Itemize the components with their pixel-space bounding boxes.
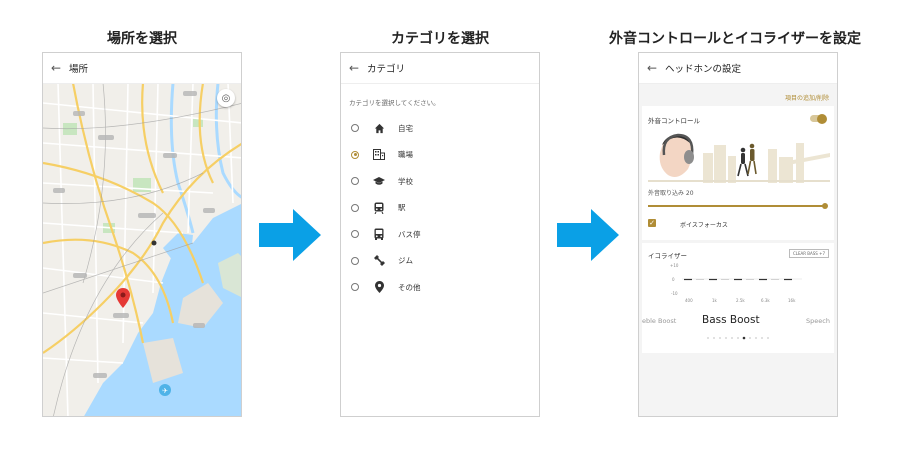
- selected-location-pin-icon[interactable]: [116, 288, 130, 308]
- eq-x-tick: 1k: [712, 298, 717, 303]
- category-option-gym[interactable]: ジム: [341, 248, 539, 275]
- ambient-sound-toggle[interactable]: [810, 113, 827, 124]
- add-remove-items-link[interactable]: 項目の追加/削除: [639, 83, 837, 107]
- equalizer-graph[interactable]: [682, 263, 802, 295]
- category-option-other[interactable]: その他: [341, 274, 539, 301]
- eq-y-tick: +10: [670, 263, 679, 268]
- radio-button[interactable]: [351, 177, 359, 186]
- place-pin-icon: [373, 281, 385, 294]
- settings-body: 項目の追加/削除 外音コントロール 外音取り込み 20 ✓ ボイスフォーカス イ…: [639, 83, 837, 416]
- radio-button[interactable]: [351, 256, 359, 265]
- step-title-1: 場所を選択: [107, 31, 177, 47]
- category-label: 駅: [398, 203, 406, 213]
- category-select-screen: ← カテゴリ カテゴリを選択してください。 自宅 職場 学校 駅 バス停 ジム …: [340, 52, 540, 417]
- preset-next[interactable]: Speech: [806, 317, 830, 325]
- eq-x-tick: 400: [685, 298, 693, 303]
- next-step-arrow-icon: [259, 209, 321, 261]
- app-bar: ← カテゴリ: [341, 53, 539, 84]
- category-option-bus-stop[interactable]: バス停: [341, 221, 539, 248]
- place-select-screen: ← 場所 ✈ ◎: [42, 52, 242, 417]
- category-option-home[interactable]: 自宅: [341, 115, 539, 142]
- screen-title: ヘッドホンの設定: [665, 64, 742, 75]
- my-location-icon[interactable]: ◎: [217, 89, 235, 107]
- school-cap-icon: [373, 175, 385, 187]
- slider-thumb[interactable]: [822, 203, 828, 209]
- eq-x-tick: 2.5k: [736, 298, 745, 303]
- step-title-3: 外音コントロールとイコライザーを設定: [609, 31, 861, 47]
- eq-y-tick: 0: [672, 277, 675, 282]
- map-canvas[interactable]: ✈: [43, 83, 241, 416]
- home-icon: [373, 122, 385, 134]
- ambient-illustration: [648, 133, 830, 183]
- category-label: ジム: [398, 256, 413, 266]
- radio-button[interactable]: [351, 124, 359, 133]
- category-label: 学校: [398, 176, 413, 186]
- category-label: 職場: [398, 150, 413, 160]
- clear-bass-badge[interactable]: CLEAR BASS +7: [788, 249, 829, 258]
- office-building-icon: [373, 149, 385, 161]
- screen-title: 場所: [69, 64, 89, 75]
- radio-button[interactable]: [351, 203, 359, 212]
- step-title-2: カテゴリを選択: [391, 31, 489, 47]
- eq-x-tick: 6.3k: [761, 298, 770, 303]
- ambient-level-label: 外音取り込み 20: [648, 190, 694, 197]
- preset-page-indicator: [707, 336, 769, 340]
- radio-button-selected[interactable]: [351, 150, 359, 159]
- ambient-sound-title: 外音コントロール: [648, 117, 700, 125]
- ambient-sound-card: 外音コントロール 外音取り込み 20 ✓ ボイスフォーカス: [642, 106, 834, 240]
- ambient-level-slider[interactable]: [648, 203, 828, 209]
- preset-previous[interactable]: eble Boost: [642, 317, 676, 325]
- radio-button[interactable]: [351, 230, 359, 239]
- app-bar: ← 場所: [43, 53, 241, 84]
- bus-icon: [373, 228, 385, 241]
- category-label: 自宅: [398, 123, 413, 133]
- map-view[interactable]: ✈ ◎: [43, 83, 241, 416]
- arrow-left-icon[interactable]: ←: [341, 61, 367, 75]
- arrow-left-icon[interactable]: ←: [639, 61, 665, 75]
- category-label: バス停: [398, 229, 421, 239]
- eq-x-tick: 16k: [788, 298, 796, 303]
- svg-text:✈: ✈: [162, 387, 168, 395]
- category-list: 自宅 職場 学校 駅 バス停 ジム その他: [341, 115, 539, 301]
- equalizer-card: イコライザー CLEAR BASS +7 +10 0 -10 400 1k 2.…: [642, 243, 834, 353]
- voice-focus-checkbox[interactable]: ✓: [648, 219, 656, 227]
- headphone-settings-screen: ← ヘッドホンの設定 項目の追加/削除 外音コントロール 外音取り込み 20 ✓…: [638, 52, 838, 417]
- next-step-arrow-icon: [557, 209, 619, 261]
- category-prompt: カテゴリを選択してください。: [349, 99, 440, 107]
- category-option-work[interactable]: 職場: [341, 142, 539, 169]
- screen-title: カテゴリ: [367, 64, 406, 75]
- voice-focus-label: ボイスフォーカス: [680, 222, 728, 229]
- equalizer-title: イコライザー: [648, 252, 687, 260]
- preset-current[interactable]: Bass Boost: [702, 314, 760, 326]
- category-option-station[interactable]: 駅: [341, 195, 539, 222]
- radio-button[interactable]: [351, 283, 359, 292]
- app-bar: ← ヘッドホンの設定: [639, 53, 837, 84]
- category-option-school[interactable]: 学校: [341, 168, 539, 195]
- category-label: その他: [398, 282, 421, 292]
- arrow-left-icon[interactable]: ←: [43, 61, 69, 75]
- eq-y-tick: -10: [671, 291, 678, 296]
- train-icon: [373, 202, 385, 214]
- gym-icon: [373, 255, 385, 267]
